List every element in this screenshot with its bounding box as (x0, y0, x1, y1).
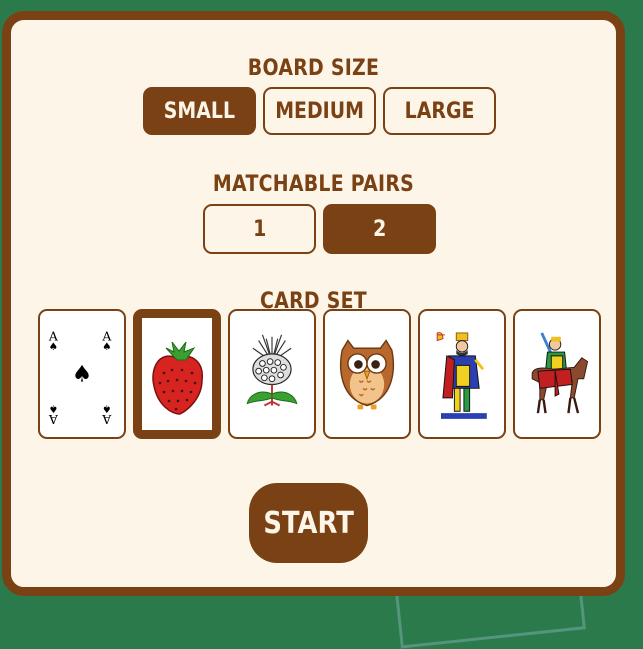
matchable-pairs-title: MATCHABLE PAIRS (212, 172, 415, 197)
card-set-plants-button[interactable] (228, 309, 316, 439)
board-size-title: BOARD SIZE (247, 56, 380, 81)
ace-of-spades-icon: A ♠ A ♠ ♠ A ♠ A ♠ (48, 329, 113, 427)
knight-on-horse-icon (531, 332, 589, 414)
card-set-fruits-button[interactable] (133, 309, 221, 439)
card-suit-top-left: ♠ (49, 341, 58, 353)
card-suit-top-right: ♠ (102, 341, 111, 353)
card-suit-center: ♠ (72, 362, 93, 388)
pairs-1-button[interactable]: 1 (203, 204, 316, 254)
king-of-cups-icon (436, 332, 487, 419)
card-suit-bottom-left: ♠ (49, 403, 58, 415)
card-set-italian-coins-button[interactable] (418, 309, 506, 439)
board-size-small-button[interactable]: SMALL (143, 87, 256, 135)
board-size-medium-button[interactable]: MEDIUM (263, 87, 376, 135)
card-set-italian-knight-button[interactable] (513, 309, 601, 439)
pairs-2-button[interactable]: 2 (323, 204, 436, 254)
board-size-large-button[interactable]: LARGE (383, 87, 496, 135)
strawberry-icon (152, 341, 203, 415)
start-button[interactable]: START (249, 483, 368, 563)
thistle-icon (246, 334, 298, 407)
card-suit-bottom-right: ♠ (102, 403, 111, 415)
card-set-animals-button[interactable] (323, 309, 411, 439)
card-set-french-button[interactable]: A ♠ A ♠ ♠ A ♠ A ♠ (38, 309, 126, 439)
owl-icon (339, 339, 395, 410)
